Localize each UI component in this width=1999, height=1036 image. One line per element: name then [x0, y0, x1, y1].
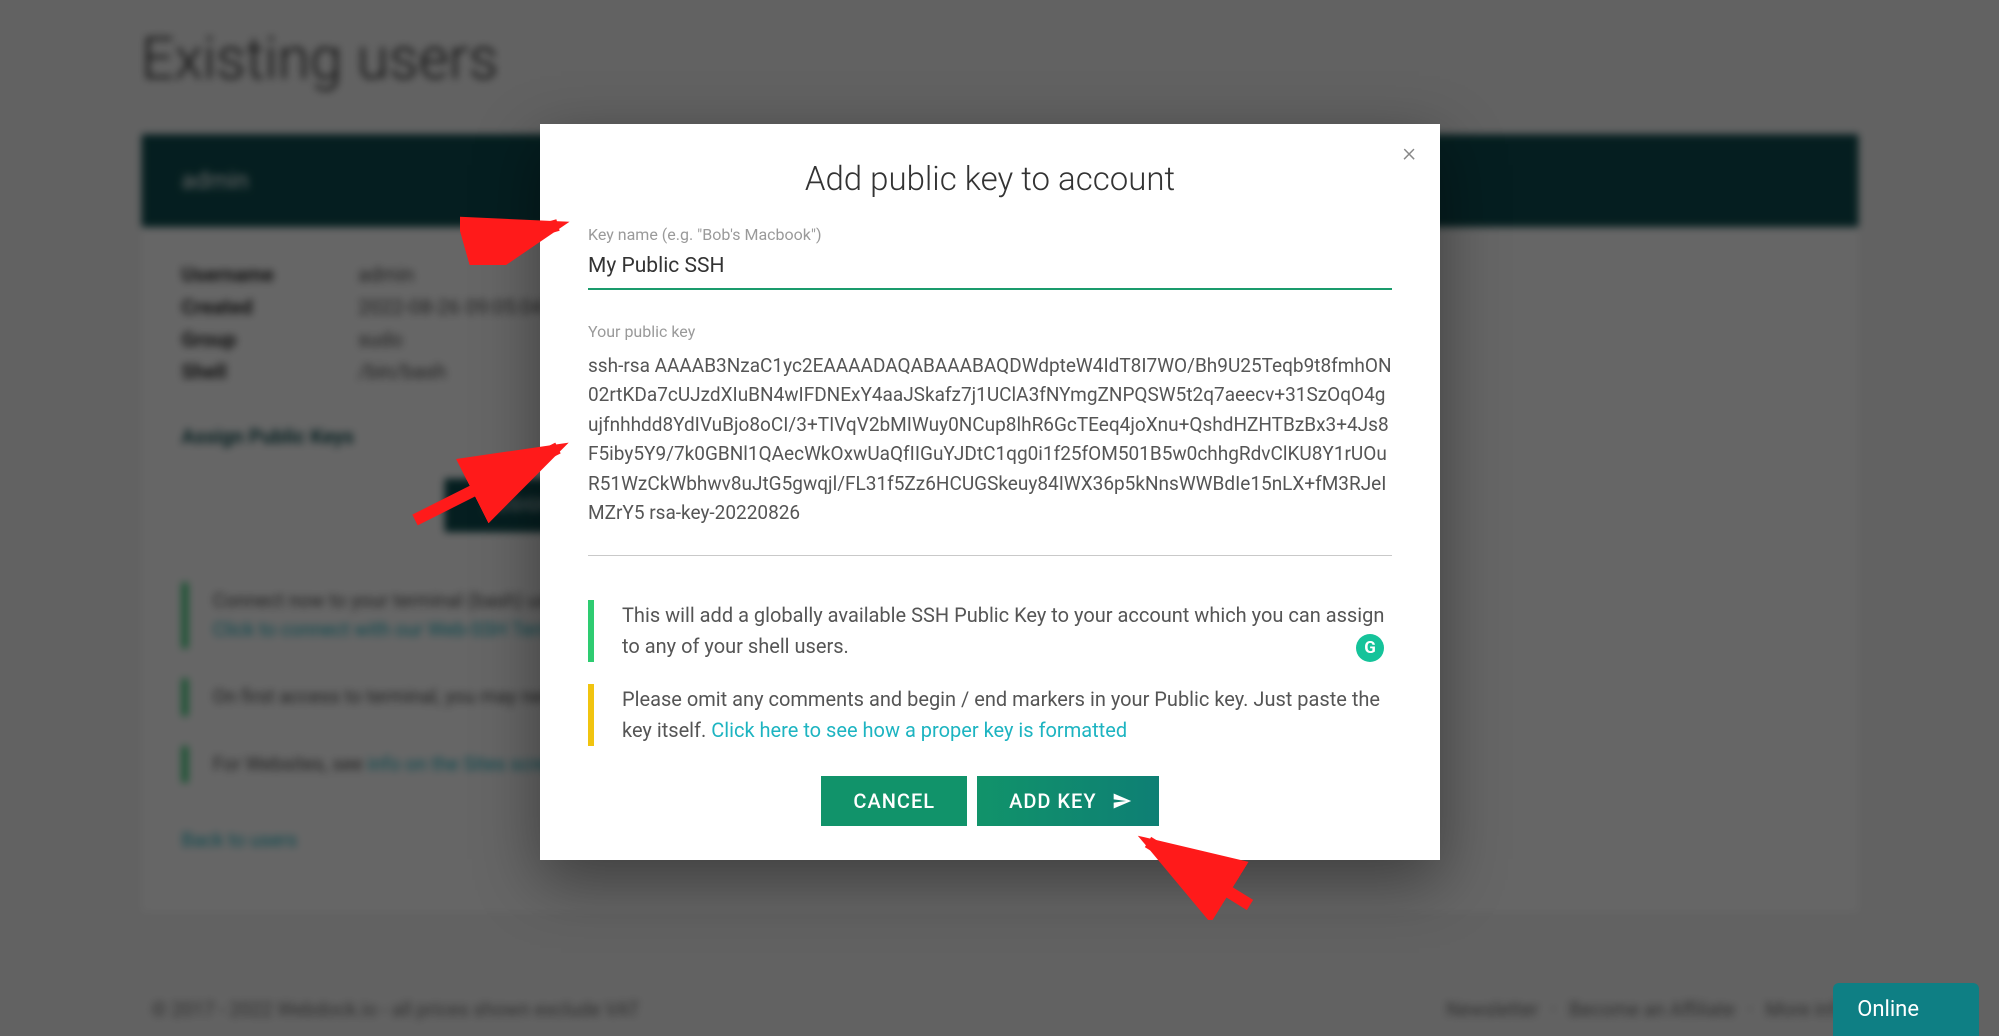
- info-note-yellow: Please omit any comments and begin / end…: [588, 684, 1392, 746]
- add-key-button[interactable]: ADD KEY: [977, 776, 1159, 826]
- modal-title: Add public key to account: [588, 160, 1392, 199]
- info-note-green: This will add a globally available SSH P…: [588, 600, 1392, 662]
- public-key-field-group: Your public key: [588, 322, 1392, 560]
- cancel-button[interactable]: CANCEL: [821, 776, 967, 826]
- add-key-button-label: ADD KEY: [1009, 789, 1097, 813]
- public-key-textarea[interactable]: [588, 347, 1392, 556]
- key-name-field-group: Key name (e.g. "Bob's Macbook"): [588, 225, 1392, 290]
- grammarly-icon[interactable]: G: [1356, 634, 1384, 662]
- close-icon[interactable]: ×: [1402, 140, 1416, 166]
- key-name-label: Key name (e.g. "Bob's Macbook"): [588, 225, 1392, 244]
- key-format-help-link[interactable]: Click here to see how a proper key is fo…: [711, 718, 1127, 742]
- send-icon: [1111, 791, 1133, 811]
- modal-button-row: CANCEL ADD KEY: [588, 776, 1392, 826]
- key-name-input[interactable]: [588, 250, 1392, 290]
- public-key-label: Your public key: [588, 322, 1392, 341]
- chat-online-widget[interactable]: Online: [1833, 983, 1979, 1036]
- add-public-key-modal: × Add public key to account Key name (e.…: [540, 124, 1440, 860]
